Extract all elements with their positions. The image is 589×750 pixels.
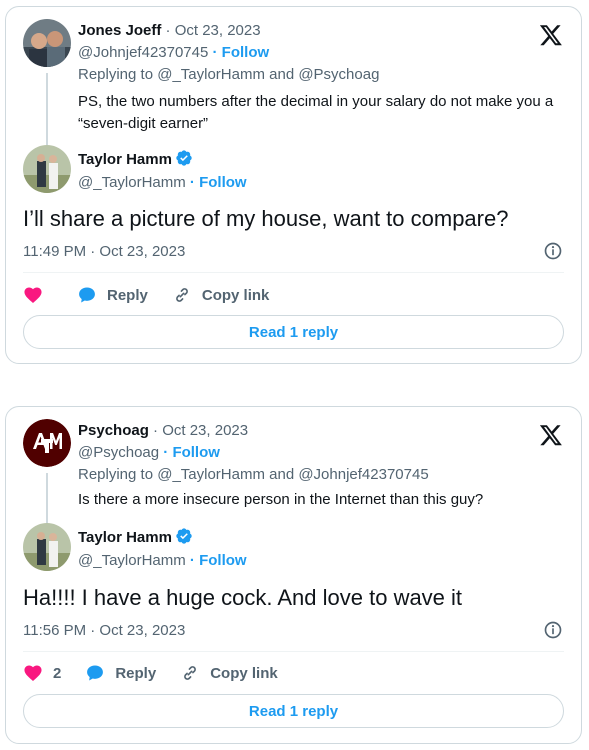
reply-handle-row: @_TaylorHamm · Follow — [78, 173, 247, 193]
reply-button[interactable]: Reply — [85, 663, 156, 683]
speech-bubble-icon — [87, 665, 104, 681]
replying-prefix: Replying to — [78, 66, 154, 83]
link-icon — [175, 288, 188, 302]
follow-link[interactable]: · Follow — [190, 552, 247, 569]
divider — [23, 272, 564, 273]
replying-to: Replying to @_TaylorHamm and @Psychoag — [78, 65, 379, 85]
replying-to: Replying to @_TaylorHamm and @Johnjef423… — [78, 465, 429, 485]
divider — [23, 651, 564, 652]
reply-tweet-text: I’ll share a picture of my house, want t… — [23, 206, 509, 231]
heart-icon — [24, 287, 42, 303]
replying-handles[interactable]: @_TaylorHamm and @Johnjef42370745 — [157, 466, 428, 483]
parent-header: Psychoag · Oct 23, 2023 — [78, 421, 248, 441]
tweet-timestamp[interactable]: 11:56 PM · Oct 23, 2023 — [23, 621, 185, 641]
parent-handle-row: @Psychoag · Follow — [78, 443, 220, 463]
copy-link-label: Copy link — [201, 286, 270, 304]
follow-link[interactable]: · Follow — [163, 444, 220, 461]
tweet-timestamp[interactable]: 11:49 PM · Oct 23, 2023 — [23, 242, 185, 262]
copy-link-button[interactable]: Copy link — [180, 663, 278, 683]
reply-label: Reply — [115, 664, 157, 682]
replying-prefix: Replying to — [78, 466, 154, 483]
thread-connector — [46, 473, 48, 525]
reply-handle-row: @_TaylorHamm · Follow — [78, 551, 247, 571]
x-logo-icon[interactable] — [539, 23, 563, 47]
avatar-jones-joeff[interactable] — [23, 19, 71, 67]
verified-badge-icon — [176, 150, 192, 166]
follow-link[interactable]: · Follow — [190, 174, 247, 191]
info-icon[interactable] — [543, 241, 563, 261]
read-replies-button[interactable]: Read 1 reply — [23, 315, 564, 349]
parent-handle-row: @Johnjef42370745 · Follow — [78, 43, 269, 63]
reply-label: Reply — [107, 286, 148, 304]
author-handle[interactable]: @_TaylorHamm — [78, 174, 186, 191]
speech-bubble-icon — [79, 287, 95, 303]
thread-connector — [46, 73, 48, 145]
author-name[interactable]: Taylor Hamm — [78, 529, 172, 546]
embedded-tweet-card: Jones Joeff · Oct 23, 2023 @Johnjef42370… — [5, 6, 582, 364]
copy-link-label: Copy link — [210, 664, 278, 682]
embedded-tweet-card: Psychoag · Oct 23, 2023 @Psychoag · Foll… — [5, 406, 582, 744]
avatar-psychoag[interactable] — [23, 419, 71, 467]
avatar-taylor-hamm[interactable] — [23, 145, 71, 193]
reply-header: Taylor Hamm — [78, 149, 193, 170]
author-handle[interactable]: @_TaylorHamm — [78, 552, 186, 569]
copy-link-button[interactable]: Copy link — [172, 285, 270, 305]
link-icon — [184, 666, 197, 680]
info-icon[interactable] — [543, 620, 563, 640]
follow-link[interactable]: · Follow — [213, 44, 270, 61]
action-bar: 2 Reply Copy link — [23, 661, 302, 685]
author-name[interactable]: Psychoag — [78, 422, 149, 439]
avatar-taylor-hamm[interactable] — [23, 523, 71, 571]
tweet-date[interactable]: · Oct 23, 2023 — [166, 22, 261, 39]
reply-header: Taylor Hamm — [78, 527, 193, 548]
parent-tweet-text: Is there a more insecure person in the I… — [78, 491, 484, 508]
author-handle[interactable]: @Psychoag — [78, 444, 159, 461]
x-logo-icon[interactable] — [539, 423, 563, 447]
tweet-date[interactable]: · Oct 23, 2023 — [153, 422, 248, 439]
read-replies-button[interactable]: Read 1 reply — [23, 694, 564, 728]
author-handle[interactable]: @Johnjef42370745 — [78, 44, 208, 61]
like-button[interactable]: 2 — [23, 663, 61, 683]
like-count: 2 — [53, 664, 62, 682]
parent-header: Jones Joeff · Oct 23, 2023 — [78, 21, 261, 41]
author-name[interactable]: Taylor Hamm — [78, 151, 172, 168]
reply-button[interactable]: Reply — [77, 285, 148, 305]
author-name[interactable]: Jones Joeff — [78, 22, 161, 39]
reply-tweet-text: Ha!!!! I have a huge cock. And love to w… — [23, 585, 463, 610]
parent-tweet-text: PS, the two numbers after the decimal in… — [78, 93, 554, 132]
replying-handles[interactable]: @_TaylorHamm and @Psychoag — [157, 66, 379, 83]
like-button[interactable] — [23, 285, 53, 305]
heart-icon — [24, 665, 42, 681]
verified-badge-icon — [176, 528, 192, 544]
action-bar: Reply Copy link — [23, 283, 293, 307]
